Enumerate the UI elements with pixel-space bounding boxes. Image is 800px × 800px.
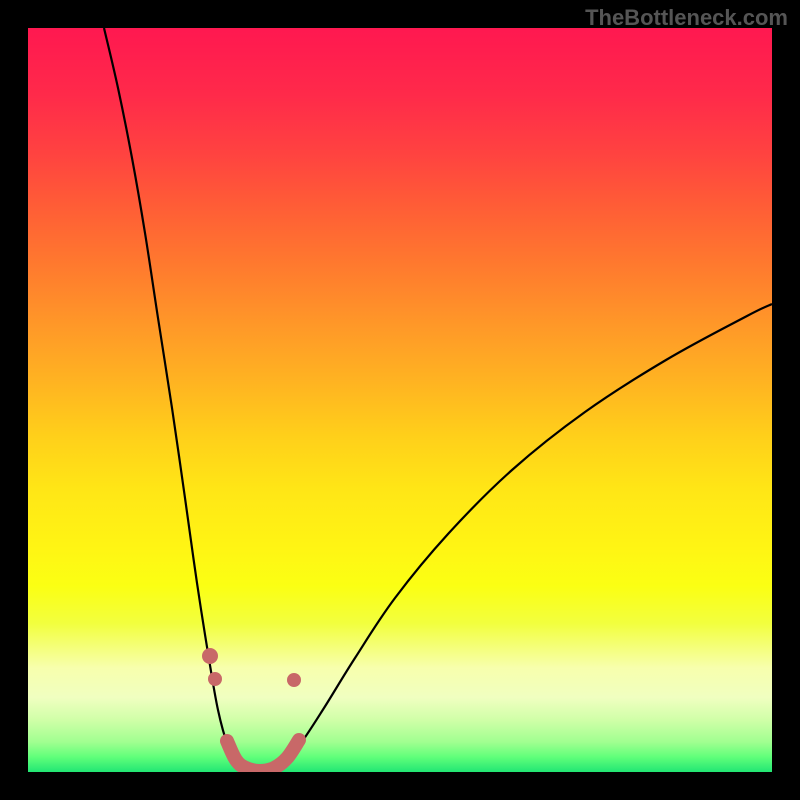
watermark-text: TheBottleneck.com [585, 5, 788, 31]
left-curve [104, 28, 252, 772]
plot-area [28, 28, 772, 772]
bottom-worm [227, 740, 299, 771]
chart-svg [28, 28, 772, 772]
right-curve [268, 304, 772, 772]
left-dot-1 [202, 648, 218, 664]
left-dot-2 [208, 672, 222, 686]
right-dot-1 [287, 673, 301, 687]
marker-dots [202, 648, 301, 687]
